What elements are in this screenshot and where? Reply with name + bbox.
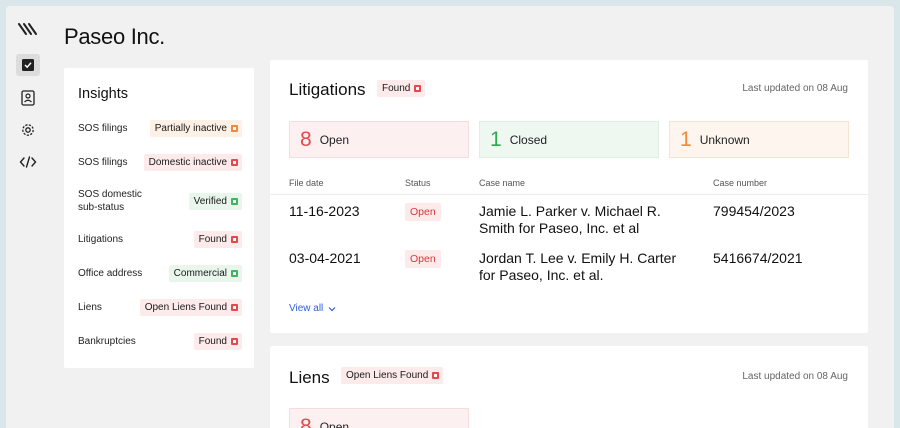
table-cell-date: 11-16-2023 bbox=[289, 203, 360, 219]
column-header-case-number: Case number bbox=[713, 178, 768, 188]
insight-row[interactable]: SOS filings Domestic inactive bbox=[78, 154, 242, 171]
status-badge: Open bbox=[405, 203, 441, 221]
insight-row[interactable]: SOS filings Partially inactive bbox=[78, 120, 242, 137]
status-badge: Found bbox=[193, 231, 242, 248]
stat-label: Open bbox=[319, 132, 350, 147]
status-badge: Found bbox=[193, 333, 242, 350]
status-square-icon bbox=[231, 338, 238, 345]
stat-unknown[interactable]: 1 Unknown bbox=[669, 121, 849, 158]
insight-label: SOS domestic sub-status bbox=[78, 189, 142, 213]
stat-number: 8 bbox=[300, 415, 312, 428]
status-square-icon bbox=[432, 372, 440, 379]
table-cell-date: 03-04-2021 bbox=[289, 250, 361, 266]
insight-label: Bankruptcies bbox=[78, 336, 136, 347]
status-badge: Verified bbox=[188, 192, 242, 210]
id-card-icon[interactable] bbox=[16, 88, 40, 108]
sidebar bbox=[16, 22, 42, 184]
status-square-icon bbox=[231, 125, 238, 132]
status-badge: Open Liens Found bbox=[139, 299, 242, 316]
column-header-file-date: File date bbox=[289, 178, 324, 188]
liens-card: Liens Open Liens Found Last updated on 0… bbox=[270, 346, 868, 428]
status-badge: Partially inactive bbox=[149, 120, 242, 137]
status-square-icon bbox=[231, 197, 238, 205]
column-header-status: Status bbox=[405, 178, 431, 188]
status-square-icon bbox=[414, 85, 422, 92]
last-updated: Last updated on 08 Aug bbox=[742, 371, 848, 382]
checkbox-icon[interactable] bbox=[16, 54, 40, 76]
status-square-icon bbox=[231, 270, 238, 277]
view-all-link[interactable]: View all bbox=[289, 303, 336, 314]
liens-status-badge: Open Liens Found bbox=[341, 367, 444, 384]
status-badge: Commercial bbox=[168, 265, 242, 282]
insight-label: SOS filings bbox=[78, 157, 128, 168]
stat-number: 1 bbox=[490, 128, 502, 151]
insight-row[interactable]: Office address Commercial bbox=[78, 265, 242, 282]
status-square-icon bbox=[231, 159, 238, 166]
liens-title: Liens bbox=[289, 368, 330, 387]
stat-closed[interactable]: 1 Closed bbox=[479, 121, 659, 158]
insight-row[interactable]: Litigations Found bbox=[78, 231, 242, 248]
stat-open[interactable]: 8 Open bbox=[289, 408, 469, 428]
litigations-card: Litigations Found Last updated on 08 Aug… bbox=[270, 60, 868, 333]
page-title: Paseo Inc. bbox=[64, 24, 165, 49]
stat-label: Closed bbox=[509, 132, 548, 147]
gear-icon[interactable] bbox=[16, 120, 40, 140]
status-badge: Open bbox=[405, 250, 441, 268]
litigations-title: Litigations bbox=[289, 80, 366, 99]
litigations-status-badge: Found bbox=[377, 80, 426, 97]
code-icon[interactable] bbox=[16, 152, 40, 172]
divider bbox=[270, 194, 868, 195]
last-updated: Last updated on 08 Aug bbox=[742, 83, 848, 94]
insight-label: Liens bbox=[78, 302, 102, 313]
status-square-icon bbox=[231, 304, 238, 311]
table-cell-case-number: 5416674/2021 bbox=[713, 250, 803, 266]
insight-label: Office address bbox=[78, 268, 143, 279]
insight-row[interactable]: Liens Open Liens Found bbox=[78, 299, 242, 316]
insight-row[interactable]: Bankruptcies Found bbox=[78, 333, 242, 350]
chevron-down-icon bbox=[328, 306, 336, 311]
stat-label: Open bbox=[319, 419, 350, 428]
table-cell-case-number: 799454/2023 bbox=[713, 203, 795, 219]
insight-label: Litigations bbox=[78, 234, 124, 245]
insight-row[interactable]: SOS domestic sub-status Verified bbox=[78, 188, 242, 214]
table-cell-case-name[interactable]: Jordan T. Lee v. Emily H. Carter for Pas… bbox=[479, 250, 684, 284]
table-cell-case-name[interactable]: Jamie L. Parker v. Michael R. Smith for … bbox=[479, 203, 684, 237]
insight-label: SOS filings bbox=[78, 123, 128, 134]
insights-title: Insights bbox=[78, 86, 128, 102]
status-square-icon bbox=[231, 236, 238, 243]
view-all-label: View all bbox=[289, 303, 324, 314]
logo-icon[interactable] bbox=[16, 22, 40, 42]
column-header-case-name: Case name bbox=[479, 178, 526, 188]
stat-number: 1 bbox=[680, 128, 692, 151]
stat-label: Unknown bbox=[699, 132, 750, 147]
stat-open[interactable]: 8 Open bbox=[289, 121, 469, 158]
status-badge: Domestic inactive bbox=[143, 154, 242, 171]
stat-number: 8 bbox=[300, 128, 312, 151]
insights-panel: Insights SOS filings Partially inactive … bbox=[64, 68, 254, 368]
